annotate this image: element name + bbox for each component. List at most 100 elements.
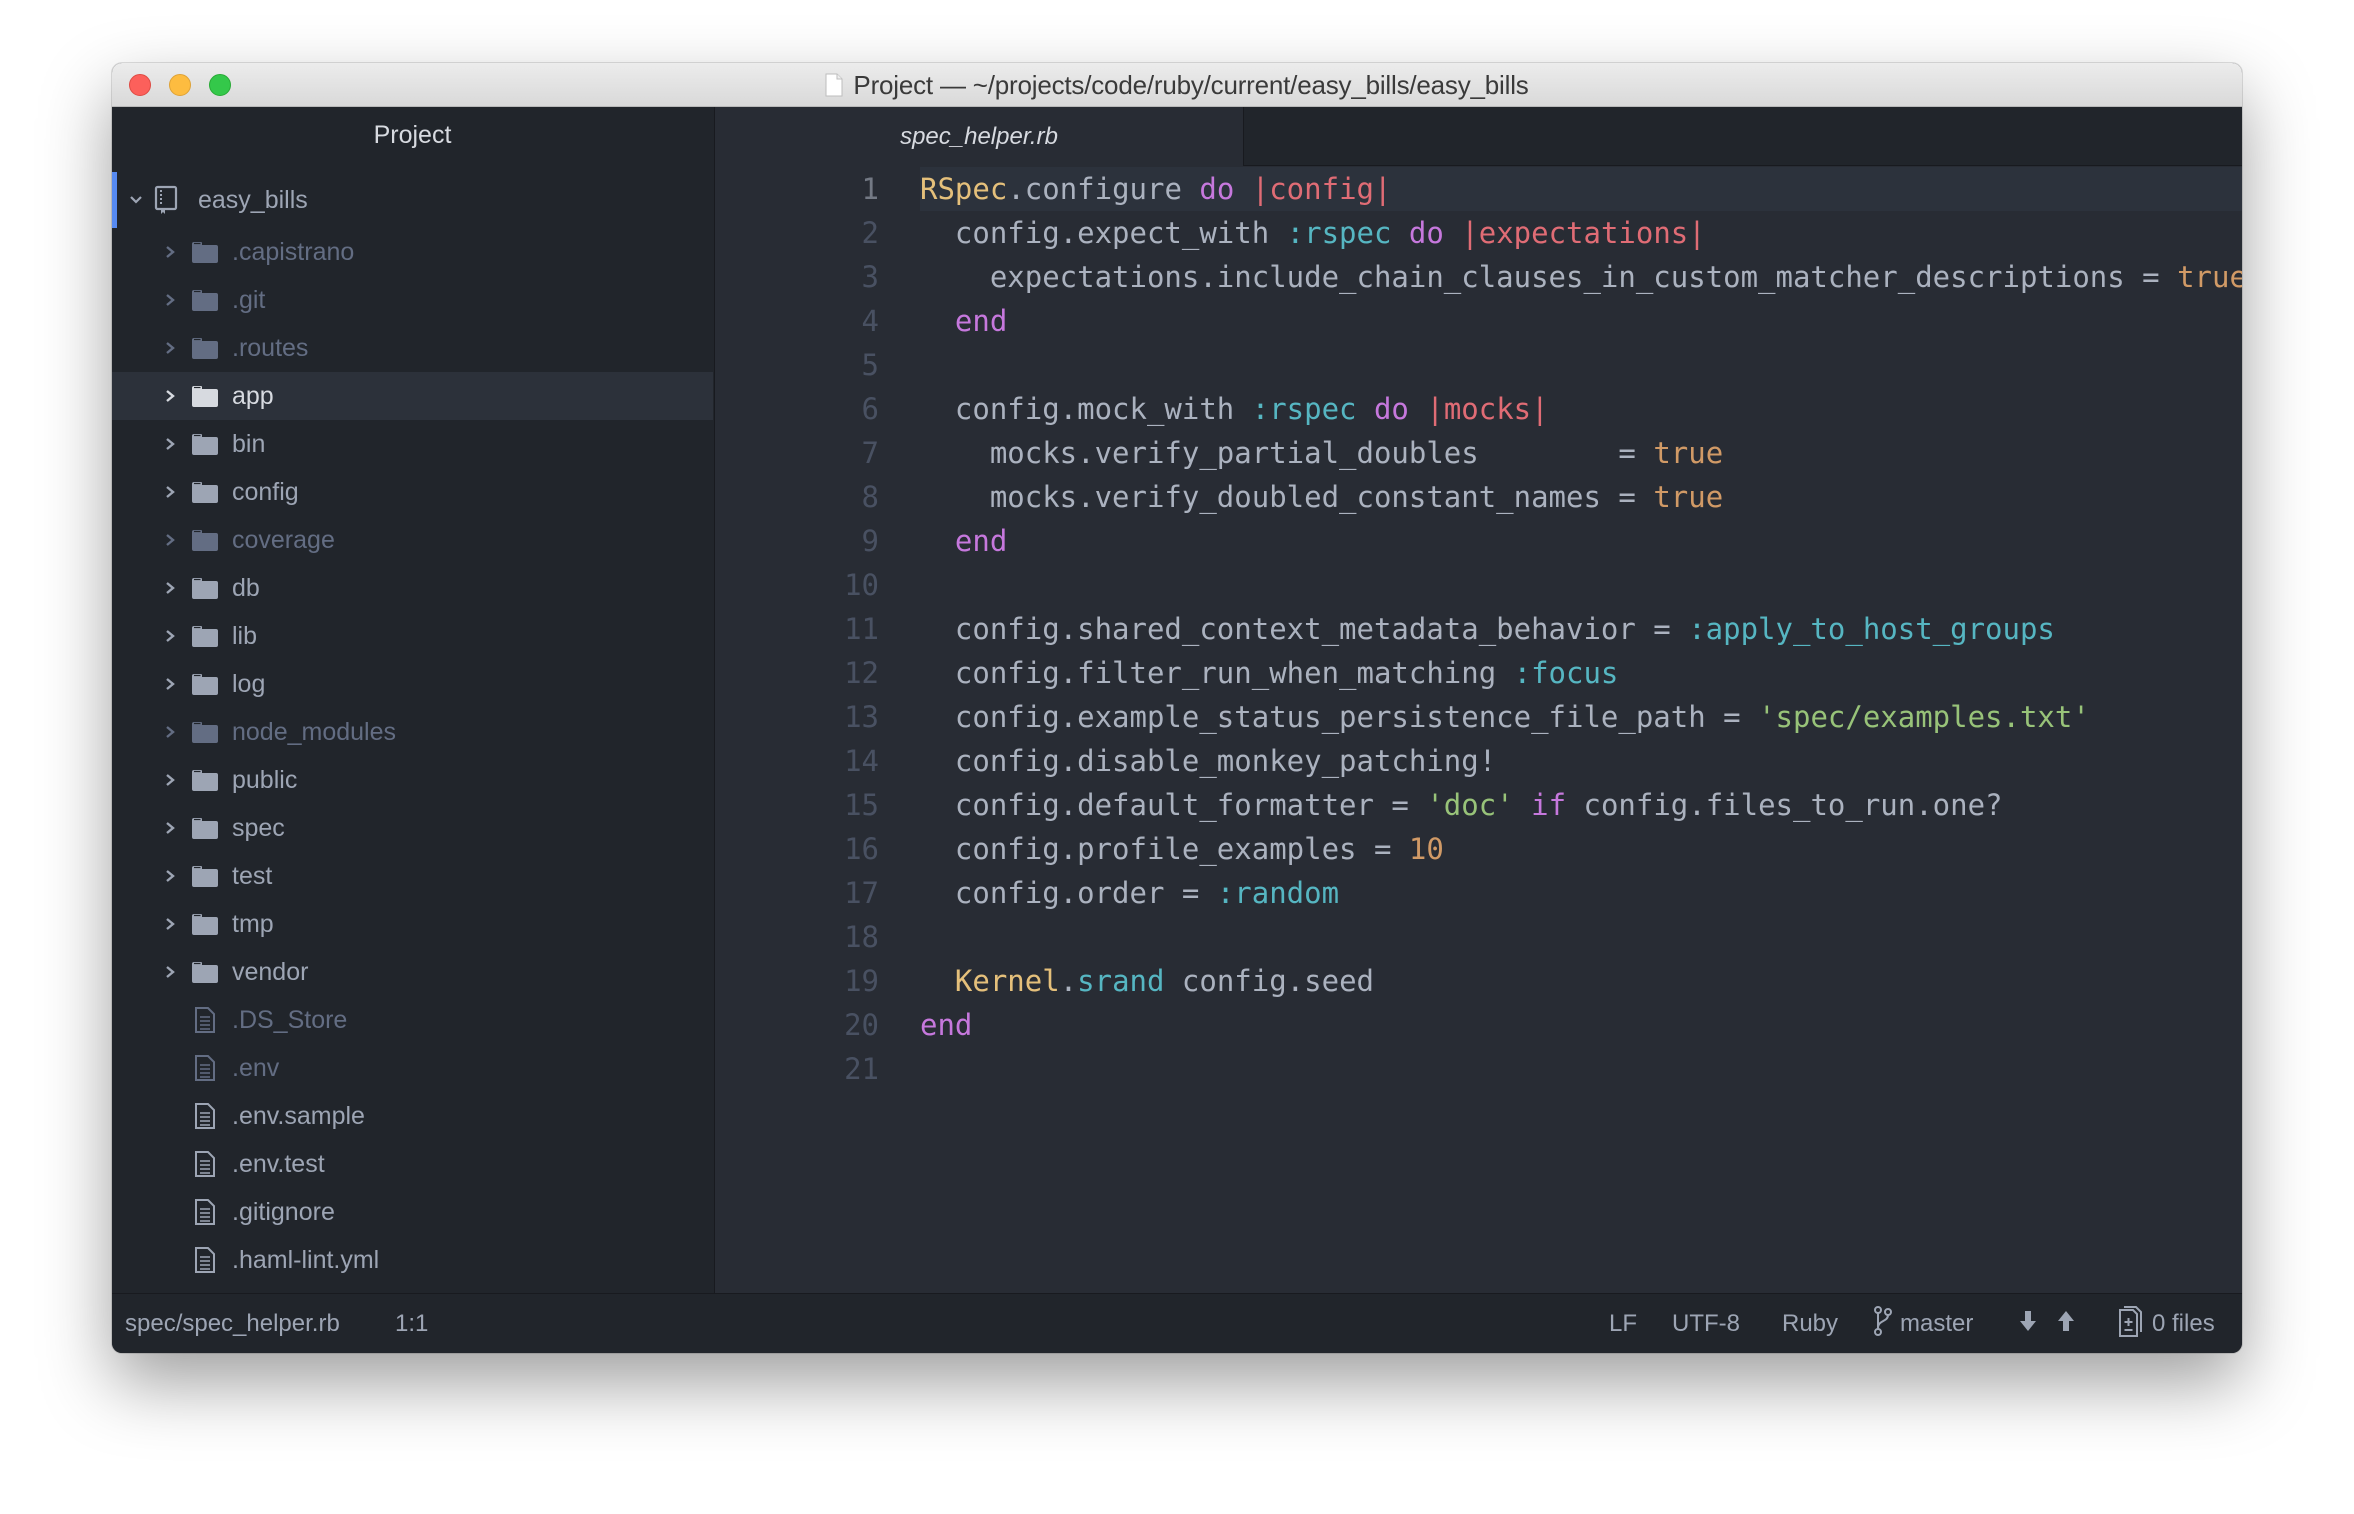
line-number[interactable]: 15 [715,783,879,827]
tree-item-capistrano[interactable]: .capistrano [112,228,713,276]
status-branch[interactable]: master [1874,1294,1973,1353]
fetch-button[interactable] [2019,1294,2037,1353]
chevron-right-icon[interactable] [158,336,182,360]
code-line[interactable]: 17 config.order = :random [715,871,2242,915]
chevron-right-icon[interactable] [158,240,182,264]
line-number[interactable]: 20 [715,1003,879,1047]
code-area[interactable]: 1 RSpec.configure do |config| 2 config.exp… [715,166,2242,1091]
code-line[interactable]: 3 expectations.include_chain_clauses_in_… [715,255,2242,299]
code-line[interactable]: 4 end [715,299,2242,343]
tree-item-bin[interactable]: bin [112,420,713,468]
line-number[interactable]: 8 [715,475,879,519]
code-line[interactable]: 18 [715,915,2242,959]
code-line[interactable]: 21 [715,1047,2242,1091]
chevron-down-icon[interactable] [124,188,148,212]
tree-item-node-modules[interactable]: node_modules [112,708,713,756]
code-line[interactable]: 8 mocks.verify_doubled_constant_names = … [715,475,2242,519]
chevron-right-icon[interactable] [158,432,182,456]
tree-item-public[interactable]: public [112,756,713,804]
chevron-right-icon[interactable] [158,624,182,648]
line-number[interactable]: 10 [715,563,879,607]
chevron-right-icon[interactable] [158,528,182,552]
line-number[interactable]: 7 [715,431,879,475]
code-line[interactable]: 12 config.filter_run_when_matching :focu… [715,651,2242,695]
code-line[interactable]: 1 RSpec.configure do |config| [715,167,2242,211]
title-bar[interactable]: Project — ~/projects/code/ruby/current/e… [112,63,2242,107]
chevron-right-icon[interactable] [158,720,182,744]
code-line[interactable]: 16 config.profile_examples = 10 [715,827,2242,871]
chevron-right-icon[interactable] [158,912,182,936]
status-file-path[interactable]: spec/spec_helper.rb [125,1294,340,1353]
tree-item-spec[interactable]: spec [112,804,713,852]
file-text-icon [190,1055,220,1081]
status-line-ending[interactable]: LF [1609,1294,1637,1353]
tree-item-ds-store[interactable]: .DS_Store [112,996,713,1044]
tree-item-config[interactable]: config [112,468,713,516]
chevron-right-icon[interactable] [158,864,182,888]
tree-item-env[interactable]: .env [112,1044,713,1092]
line-number[interactable]: 16 [715,827,879,871]
chevron-right-icon[interactable] [158,288,182,312]
line-number[interactable]: 18 [715,915,879,959]
tree-item-app[interactable]: app [112,372,713,420]
code-line[interactable]: 14 config.disable_monkey_patching! [715,739,2242,783]
folder-icon [190,575,220,601]
code-line[interactable]: 2 config.expect_with :rspec do |expectat… [715,211,2242,255]
line-number[interactable]: 1 [715,167,879,211]
line-number[interactable]: 3 [715,255,879,299]
chevron-right-icon[interactable] [158,672,182,696]
chevron-right-icon[interactable] [158,384,182,408]
code-line[interactable]: 19 Kernel.srand config.seed [715,959,2242,1003]
status-cursor-position[interactable]: 1:1 [395,1294,428,1353]
tab-spec-helper[interactable]: spec_helper.rb [715,107,1244,166]
line-number[interactable]: 5 [715,343,879,387]
line-number[interactable]: 17 [715,871,879,915]
code-line[interactable]: 10 [715,563,2242,607]
project-tree-panel: Project easy_bills .capistrano .git .route… [112,107,713,1293]
status-encoding[interactable]: UTF-8 [1672,1294,1740,1353]
chevron-right-icon[interactable] [158,576,182,600]
tree-root-easy-bills[interactable]: easy_bills [112,172,713,228]
line-number[interactable]: 13 [715,695,879,739]
arrow-down-icon [2019,1310,2037,1339]
tree-item-env-test[interactable]: .env.test [112,1140,713,1188]
line-number[interactable]: 19 [715,959,879,1003]
line-number[interactable]: 14 [715,739,879,783]
token-plain: config.default_formatter = [920,788,1427,822]
line-number[interactable]: 21 [715,1047,879,1091]
tree-item-haml-lint-yml[interactable]: .haml-lint.yml [112,1236,713,1284]
tree-item-coverage[interactable]: coverage [112,516,713,564]
tree-item-env-sample[interactable]: .env.sample [112,1092,713,1140]
tree-item-gitignore[interactable]: .gitignore [112,1188,713,1236]
tree-item-test[interactable]: test [112,852,713,900]
code-line[interactable]: 5 [715,343,2242,387]
code-line[interactable]: 7 mocks.verify_partial_doubles = true [715,431,2242,475]
code-line[interactable]: 6 config.mock_with :rspec do |mocks| [715,387,2242,431]
chevron-right-icon[interactable] [158,768,182,792]
chevron-right-icon[interactable] [158,960,182,984]
line-number[interactable]: 9 [715,519,879,563]
push-button[interactable] [2057,1294,2075,1353]
line-number[interactable]: 12 [715,651,879,695]
code-line[interactable]: 13 config.example_status_persistence_fil… [715,695,2242,739]
tree-item-routes[interactable]: .routes [112,324,713,372]
line-content: config.expect_with :rspec do |expectatio… [920,211,2242,255]
tree-item-vendor[interactable]: vendor [112,948,713,996]
tree-item-lib[interactable]: lib [112,612,713,660]
code-line[interactable]: 11 config.shared_context_metadata_behavi… [715,607,2242,651]
line-number[interactable]: 6 [715,387,879,431]
changed-files[interactable]: 0 files [2118,1294,2215,1353]
code-line[interactable]: 9 end [715,519,2242,563]
status-grammar[interactable]: Ruby [1782,1294,1838,1353]
tree-item-tmp[interactable]: tmp [112,900,713,948]
code-line[interactable]: 15 config.default_formatter = 'doc' if c… [715,783,2242,827]
tree-item-git[interactable]: .git [112,276,713,324]
chevron-right-icon[interactable] [158,480,182,504]
line-number[interactable]: 4 [715,299,879,343]
line-number[interactable]: 2 [715,211,879,255]
tree-item-db[interactable]: db [112,564,713,612]
line-number[interactable]: 11 [715,607,879,651]
tree-item-log[interactable]: log [112,660,713,708]
code-line[interactable]: 20 end [715,1003,2242,1047]
chevron-right-icon[interactable] [158,816,182,840]
